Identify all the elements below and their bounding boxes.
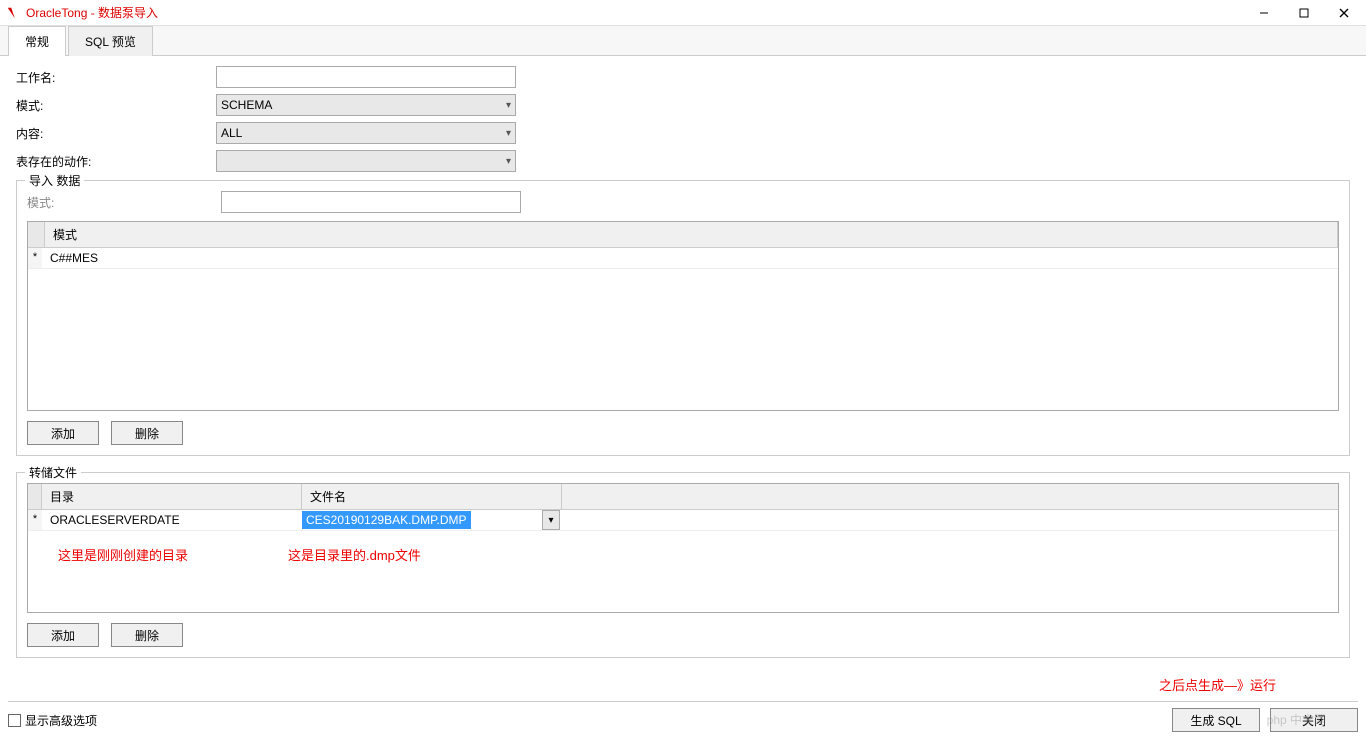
row-import-mode: 模式: [27, 191, 1339, 213]
dump-row-dir[interactable]: ORACLESERVERDATE [42, 510, 302, 530]
dump-file-dropdown[interactable]: ▾ [542, 510, 560, 530]
select-content[interactable]: ALL ▾ [216, 122, 516, 144]
dump-header-file[interactable]: 文件名 [302, 484, 562, 509]
header-marker [28, 222, 45, 247]
table-row[interactable]: * ORACLESERVERDATE CES20190129BAK.DMP.DM… [28, 510, 1338, 531]
generate-sql-button[interactable]: 生成 SQL [1172, 708, 1260, 732]
dump-header-marker [28, 484, 42, 509]
row-value[interactable]: C##MES [42, 248, 1338, 268]
dump-table: 目录 文件名 * ORACLESERVERDATE CES20190129BAK… [27, 483, 1339, 613]
footer-buttons: 生成 SQL 关闭 [1172, 708, 1358, 732]
annotations: 这里是刚刚创建的目录 这是目录里的.dmp文件 [28, 531, 1338, 564]
annotation-run: 之后点生成—》运行 [1159, 675, 1276, 694]
dump-row-file[interactable]: CES20190129BAK.DMP.DMP ▾ [302, 510, 562, 530]
dump-delete-button[interactable]: 删除 [111, 623, 183, 647]
dump-row-marker: * [28, 510, 42, 530]
annotation-file: 这是目录里的.dmp文件 [288, 545, 421, 564]
header-mode[interactable]: 模式 [45, 222, 1338, 247]
label-table-action: 表存在的动作: [16, 153, 216, 170]
row-table-action: 表存在的动作: ▾ [16, 150, 1350, 172]
minimize-button[interactable] [1244, 0, 1284, 26]
legend-import: 导入 数据 [25, 172, 84, 189]
chevron-down-icon: ▾ [506, 128, 511, 139]
advanced-label: 显示高级选项 [25, 712, 97, 729]
watermark: php 中文网 [1267, 711, 1326, 728]
chevron-down-icon: ▾ [548, 515, 553, 526]
watermark-text: php 中文网 [1267, 711, 1326, 728]
import-delete-button[interactable]: 删除 [111, 421, 183, 445]
label-import-mode: 模式: [27, 194, 221, 211]
dump-add-button[interactable]: 添加 [27, 623, 99, 647]
label-mode: 模式: [16, 97, 216, 114]
fieldset-import: 导入 数据 模式: 模式 * C##MES 添加 删除 [16, 180, 1350, 456]
select-mode-value: SCHEMA [221, 98, 272, 112]
legend-dump: 转储文件 [25, 464, 81, 481]
row-marker: * [28, 248, 42, 268]
row-content: 内容: ALL ▾ [16, 122, 1350, 144]
input-import-mode[interactable] [221, 191, 521, 213]
app-icon [6, 6, 20, 20]
select-content-value: ALL [221, 126, 242, 140]
dump-header-dir[interactable]: 目录 [42, 484, 302, 509]
import-buttons: 添加 删除 [27, 421, 1339, 445]
input-job-name[interactable] [216, 66, 516, 88]
label-job-name: 工作名: [16, 69, 216, 86]
select-table-action[interactable]: ▾ [216, 150, 516, 172]
tab-general[interactable]: 常规 [8, 26, 66, 56]
import-table: 模式 * C##MES [27, 221, 1339, 411]
main-content: 工作名: 模式: SCHEMA ▾ 内容: ALL ▾ 表存在的动作: ▾ 导入… [0, 56, 1366, 668]
fieldset-dump: 转储文件 目录 文件名 * ORACLESERVERDATE CES201901… [16, 472, 1350, 658]
titlebar: OracleTong - 数据泵导入 [0, 0, 1366, 26]
chevron-down-icon: ▾ [506, 100, 511, 111]
close-button[interactable] [1324, 0, 1364, 26]
tab-bar: 常规 SQL 预览 [0, 26, 1366, 56]
footer: 显示高级选项 生成 SQL 关闭 [8, 701, 1358, 732]
advanced-checkbox[interactable]: 显示高级选项 [8, 712, 97, 729]
import-table-header: 模式 [28, 222, 1338, 248]
dump-table-header: 目录 文件名 [28, 484, 1338, 510]
checkbox-icon[interactable] [8, 714, 21, 727]
select-mode[interactable]: SCHEMA ▾ [216, 94, 516, 116]
window-controls [1244, 0, 1364, 26]
maximize-button[interactable] [1284, 0, 1324, 26]
row-mode: 模式: SCHEMA ▾ [16, 94, 1350, 116]
row-job-name: 工作名: [16, 66, 1350, 88]
window-title: OracleTong - 数据泵导入 [26, 4, 158, 21]
annotation-dir: 这里是刚刚创建的目录 [58, 545, 188, 564]
table-row[interactable]: * C##MES [28, 248, 1338, 269]
label-content: 内容: [16, 125, 216, 142]
chevron-down-icon: ▾ [506, 156, 511, 167]
dump-buttons: 添加 删除 [27, 623, 1339, 647]
import-add-button[interactable]: 添加 [27, 421, 99, 445]
titlebar-left: OracleTong - 数据泵导入 [2, 4, 158, 21]
tab-sql-preview[interactable]: SQL 预览 [68, 26, 153, 56]
dump-row-file-value[interactable]: CES20190129BAK.DMP.DMP [302, 511, 471, 529]
